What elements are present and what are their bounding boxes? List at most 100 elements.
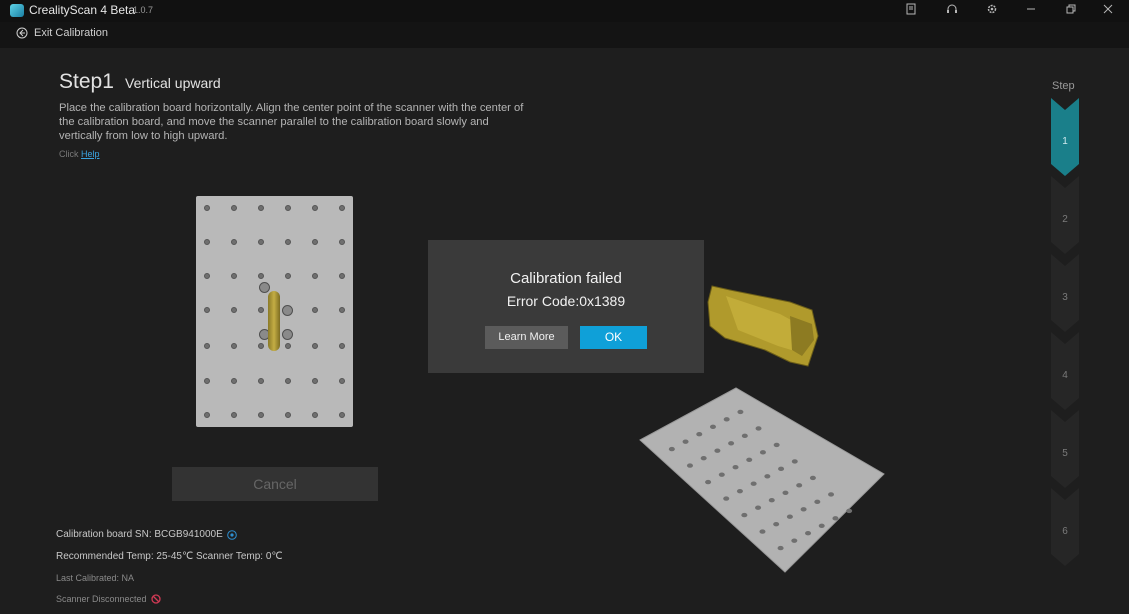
notes-icon[interactable]	[903, 3, 919, 19]
board-dot	[339, 412, 345, 418]
step-instructions: Place the calibration board horizontally…	[59, 102, 524, 142]
board-3d-dot	[686, 463, 693, 468]
board-dot	[231, 412, 237, 418]
board-3d-dot	[700, 455, 707, 461]
app-version: 1.0.7	[133, 5, 154, 15]
board-dot	[204, 343, 210, 349]
step-rail-label: Step	[1052, 80, 1075, 92]
headset-icon[interactable]	[944, 3, 960, 19]
ok-button[interactable]: OK	[580, 326, 647, 349]
close-icon[interactable]	[1100, 3, 1116, 19]
board-3d-dot	[728, 441, 735, 446]
help-line: Click Help	[59, 149, 100, 159]
board-dot	[339, 307, 345, 313]
board-3d-dot	[818, 523, 825, 528]
exit-arrow-icon	[16, 27, 28, 39]
app-logo-icon	[10, 4, 24, 17]
board-dot	[258, 273, 264, 279]
board-3d-dot	[732, 465, 739, 470]
title-bar: CrealityScan 4 Beta 1.0.7	[0, 0, 1129, 22]
board-3d-dot	[828, 492, 835, 497]
board-3d-dot	[750, 481, 757, 486]
exit-calibration-link[interactable]: Exit Calibration	[16, 27, 108, 39]
board-3d-dot	[714, 448, 721, 453]
board-marker	[259, 282, 270, 293]
gear-icon[interactable]	[984, 3, 1000, 19]
minimize-icon[interactable]	[1023, 3, 1039, 19]
board-3d-dot	[668, 446, 675, 452]
board-dot	[285, 343, 291, 349]
board-dot	[312, 205, 318, 211]
board-dot	[258, 343, 264, 349]
board-sn: Calibration board SN: BCGB941000E	[56, 529, 223, 540]
board-3d-dot	[759, 450, 766, 455]
board-dot	[231, 343, 237, 349]
board-dot	[258, 378, 264, 384]
board-sn-row: Calibration board SN: BCGB941000E	[56, 529, 237, 540]
board-3d-dot	[832, 516, 839, 521]
temperature-info: Recommended Temp: 25-45℃ Scanner Temp: 0…	[56, 551, 283, 562]
board-dot	[204, 378, 210, 384]
board-3d-dot	[814, 499, 821, 505]
step-rail-item-6: 6	[1062, 526, 1068, 537]
board-dot	[258, 412, 264, 418]
learn-more-button[interactable]: Learn More	[485, 326, 568, 349]
board-3d-dot	[809, 475, 816, 481]
board-3d-dot	[696, 432, 703, 437]
step-rail-item-4: 4	[1062, 370, 1068, 381]
board-dot	[285, 239, 291, 245]
dialog-title: Calibration failed	[510, 270, 622, 287]
board-3d-dot	[791, 538, 798, 543]
board-dot	[204, 273, 210, 279]
dialog-error-code: Error Code:0x1389	[506, 293, 626, 309]
board-dot	[204, 205, 210, 211]
board-3d-dot	[800, 507, 807, 512]
board-3d-dot	[755, 426, 762, 431]
board-dot	[312, 273, 318, 279]
board-3d-dot	[777, 545, 784, 551]
board-dot	[312, 378, 318, 384]
help-link[interactable]: Help	[81, 149, 100, 159]
board-3d-dot	[723, 496, 730, 501]
scanner-status: Scanner Disconnected	[56, 594, 147, 604]
board-dot	[312, 307, 318, 313]
board-dot	[339, 273, 345, 279]
board-dot	[339, 343, 345, 349]
board-3d-dot	[782, 490, 789, 495]
board-dot	[285, 205, 291, 211]
board-3d-dot	[773, 442, 780, 448]
board-3d-dot	[741, 433, 748, 439]
restore-icon[interactable]	[1063, 3, 1079, 19]
info-icon[interactable]	[226, 529, 237, 540]
board-dot	[285, 378, 291, 384]
board-3d-dot	[746, 457, 753, 462]
calibration-error-dialog: Calibration failed Error Code:0x1389 Lea…	[428, 240, 704, 373]
cancel-button[interactable]: Cancel	[172, 467, 378, 501]
board-3d-dot	[741, 512, 748, 518]
exit-calibration-label: Exit Calibration	[34, 27, 108, 39]
board-dot	[339, 205, 345, 211]
board-dot	[285, 273, 291, 279]
board-marker	[282, 329, 293, 340]
board-3d-dot	[846, 508, 853, 514]
board-dot	[258, 307, 264, 313]
board-marker	[282, 305, 293, 316]
board-dot	[312, 412, 318, 418]
board-3d-dot	[773, 521, 780, 527]
board-3d-dot	[786, 514, 793, 519]
board-3d-dot	[709, 424, 716, 429]
help-prefix: Click	[59, 149, 79, 159]
step-rail-item-3: 3	[1062, 292, 1068, 303]
board-3d-dot	[723, 417, 730, 422]
board-dot	[204, 239, 210, 245]
board-3d-dot	[791, 459, 798, 464]
board-3d-dot	[759, 529, 766, 534]
board-dot	[258, 205, 264, 211]
step-rail	[1051, 98, 1079, 566]
board-3d-dot	[682, 439, 689, 444]
scanner-illustration	[268, 291, 280, 351]
calibration-board-3d	[639, 387, 885, 573]
step-rail-item-1: 1	[1062, 136, 1068, 147]
board-dot	[231, 307, 237, 313]
disconnected-icon	[150, 594, 161, 604]
